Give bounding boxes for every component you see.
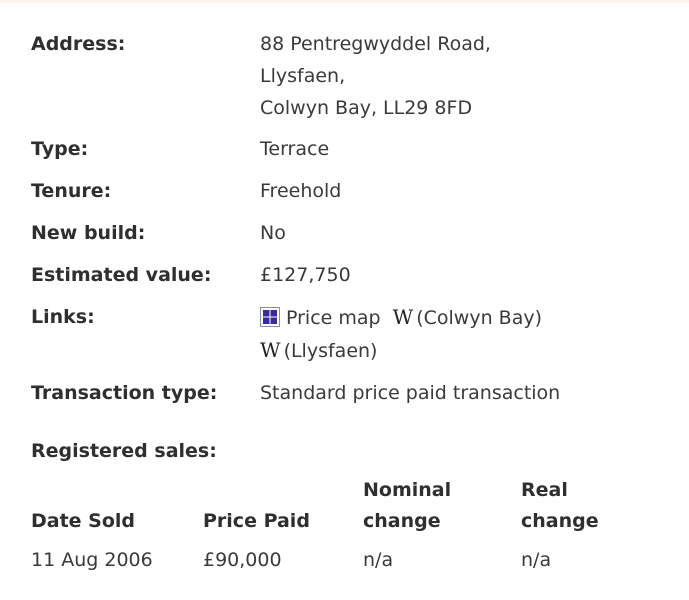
tenure-value: Freehold — [260, 180, 342, 202]
sales-table-body: 11 Aug 2006 £90,000 n/a n/a — [31, 537, 641, 575]
nominal-change-header-line-1: Nominal — [363, 479, 452, 501]
date-sold-header: Date Sold — [31, 510, 136, 532]
sales-table: Date Sold Price Paid Nominal change Real… — [31, 475, 641, 575]
top-band — [0, 0, 689, 3]
links-label: Links: — [31, 306, 95, 328]
new-build-label: New build: — [31, 222, 146, 244]
price-paid-header: Price Paid — [203, 510, 310, 532]
address-line-2: Llysfaen, — [260, 65, 346, 87]
links-line-1: Price map W (Colwyn Bay) — [260, 301, 542, 334]
real-change-header-line-1: Real — [521, 479, 568, 501]
real-change-header-line-2: change — [521, 510, 599, 532]
links-line-2: W (Llysfaen) — [260, 334, 542, 367]
transaction-type-value: Standard price paid transaction — [260, 382, 561, 404]
new-build-row: New build: No — [31, 217, 671, 249]
price-map-link[interactable]: Price map — [286, 307, 381, 329]
tenure-label: Tenure: — [31, 180, 112, 202]
property-details: Address: 88 Pentregwyddel Road, Llysfaen… — [31, 28, 671, 575]
date-sold-cell: 11 Aug 2006 — [31, 549, 153, 571]
table-row: 11 Aug 2006 £90,000 n/a n/a — [31, 537, 641, 575]
links-row: Links: Price map W (Colwyn Bay) W (Llysfae… — [31, 301, 671, 367]
address-line-1: 88 Pentregwyddel Road, — [260, 33, 491, 55]
address-line-3: Colwyn Bay, LL29 8FD — [260, 97, 473, 119]
price-map-icon[interactable] — [260, 307, 280, 327]
links-value: Price map W (Colwyn Bay) W (Llysfaen) — [260, 301, 542, 367]
address-label: Address: — [31, 33, 126, 55]
wikipedia-icon[interactable]: W — [260, 338, 281, 362]
price-paid-cell: £90,000 — [203, 549, 282, 571]
estimated-value-row: Estimated value: £127,750 — [31, 259, 671, 291]
estimated-value-label: Estimated value: — [31, 264, 212, 286]
wikipedia-icon[interactable]: W — [393, 305, 414, 329]
nominal-change-header: Nominal change — [363, 475, 521, 537]
type-row: Type: Terrace — [31, 133, 671, 165]
real-change-cell: n/a — [521, 549, 552, 571]
sales-header-row: Date Sold Price Paid Nominal change Real… — [31, 475, 641, 537]
transaction-type-row: Transaction type: Standard price paid tr… — [31, 377, 671, 409]
transaction-type-label: Transaction type: — [31, 382, 218, 404]
address-row: Address: 88 Pentregwyddel Road, Llysfaen… — [31, 28, 671, 124]
estimated-value: £127,750 — [260, 264, 351, 286]
sales-table-header: Date Sold Price Paid Nominal change Real… — [31, 475, 641, 537]
real-change-header: Real change — [521, 475, 641, 537]
type-label: Type: — [31, 138, 89, 160]
nominal-change-cell: n/a — [363, 549, 394, 571]
wikipedia-colwyn-bay-link[interactable]: (Colwyn Bay) — [416, 307, 542, 329]
nominal-change-header-line-2: change — [363, 510, 441, 532]
registered-sales-title: Registered sales: — [31, 440, 217, 462]
wikipedia-llysfaen-link[interactable]: (Llysfaen) — [284, 340, 378, 362]
new-build-value: No — [260, 222, 286, 244]
type-value: Terrace — [260, 138, 330, 160]
tenure-row: Tenure: Freehold — [31, 175, 671, 207]
address-value: 88 Pentregwyddel Road, Llysfaen, Colwyn … — [260, 28, 491, 124]
